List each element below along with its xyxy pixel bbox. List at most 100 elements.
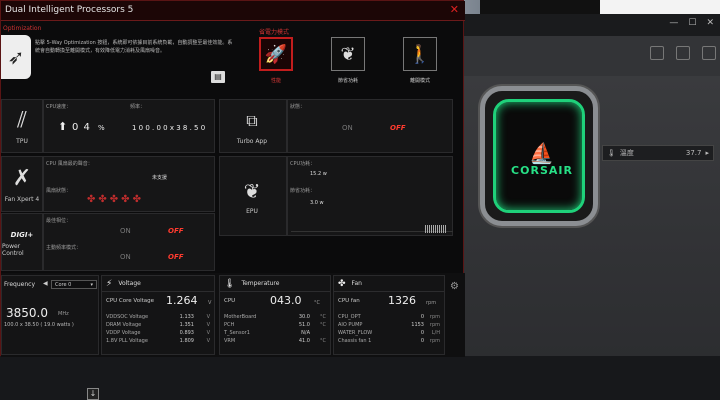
temperature-row: MotherBoard 30.0 °C (224, 314, 326, 320)
exit-person-icon: 🚶 (408, 43, 432, 65)
close-icon[interactable]: ✕ (450, 3, 459, 16)
corsair-logo: ⛵ CORSAIR (502, 142, 582, 177)
pump-led-ring: ⛵ CORSAIR (493, 99, 585, 213)
active-frequency-label: 主動頻率模式： (46, 245, 82, 251)
epu-name: EPU (246, 207, 258, 215)
fan-icon: ✤ (132, 194, 141, 205)
optimization-description: 點擊 5-Way Optimization 按鈕，系統即可依據目前系統負載，自動… (35, 40, 233, 54)
voltage-title: Voltage (118, 280, 141, 287)
turbo-on-option[interactable]: ON (342, 124, 353, 132)
epu-tile[interactable]: ❦ EPU (219, 156, 287, 236)
5-way-optimization-button[interactable]: ➶ (1, 35, 31, 79)
minimize-icon[interactable]: — (669, 18, 678, 28)
digi-panel: 最佳相位： ON OFF 主動頻率模式： ON OFF (43, 213, 215, 271)
tpu-panel: CPU速度： ⬆ 0 4 % 頻率： 1 0 0 . 0 0 x 3 8 . 5… (43, 99, 215, 153)
frequency-off-toggle[interactable]: OFF (168, 253, 184, 261)
dip5-title-bar[interactable]: Dual Intelligent Processors 5 ✕ (1, 1, 465, 21)
fan-xpert-name: Fan Xpert 4 (4, 195, 40, 203)
voltage-row: 1.8V PLL Voltage 1.809 V (106, 338, 210, 344)
temperature-row: T_Sensor1 N/A (224, 330, 310, 336)
saved-power-label: 節省功耗： (290, 188, 316, 194)
frequency-title: Frequency (4, 281, 35, 288)
leaf-icon: ❦ (243, 178, 261, 203)
phase-off-toggle[interactable]: OFF (168, 227, 184, 235)
previous-core-icon[interactable]: ◀ (43, 280, 48, 287)
dip5-window: Dual Intelligent Processors 5 ✕ Optimiza… (0, 0, 465, 357)
temperature-panel: 🌡 Temperature CPU 043.0 °C MotherBoard 30.… (219, 275, 331, 355)
power-modes-title: 省電力模式 (259, 29, 290, 36)
turbo-status-label: 狀態： (290, 104, 306, 110)
optimization-title: Optimization (3, 25, 42, 32)
cpu-speed-value: 0 4 (72, 122, 91, 133)
voltage-row: DRAM Voltage 1.351 V (106, 322, 210, 328)
frequency-value: 1 0 0 . 0 0 x 3 8 . 5 0 (132, 124, 206, 132)
fan-panel: ✤ Fan CPU fan 1326 rpm CPU_OPT 0 rpm AIO PU… (333, 275, 445, 355)
turbo-app-name: Turbo App (236, 137, 268, 145)
fan-icon: ✤ (121, 194, 130, 205)
toolbar-button[interactable] (650, 46, 664, 60)
corsair-toolbar (440, 36, 720, 76)
fan-icon: ✤ (87, 194, 96, 205)
cpu-core-voltage-value: 1.264 (166, 294, 198, 307)
tpu-tile[interactable]: ⫽ TPU (1, 99, 43, 153)
frequency-unit: MHz (58, 311, 69, 317)
turbo-app-icon: ⧉ (246, 110, 258, 130)
gear-icon[interactable]: ⚙ (450, 281, 459, 292)
fan-xpert-tile[interactable]: ✗ Fan Xpert 4 (1, 156, 43, 212)
core-select-value: Core 0 (55, 281, 72, 288)
frequency-on-option[interactable]: ON (120, 253, 131, 261)
window-title: Dual Intelligent Processors 5 (5, 5, 134, 15)
cpu-fan-label: CPU 風扇最的聲音： (46, 161, 93, 167)
saved-power-value: 3.0 w (310, 200, 324, 206)
maximize-icon[interactable]: ☐ (688, 18, 696, 28)
temperature-row: PCH 51.0 °C (224, 322, 326, 328)
fan-status-icons: ✤ ✤ ✤ ✤ ✤ (87, 194, 141, 205)
cpu-power-value: 15.2 w (310, 171, 327, 177)
cpu-fan-value: 未支援 (152, 175, 168, 181)
toolbar-button[interactable] (702, 46, 716, 60)
mode-away-label: 離開模式 (409, 78, 430, 84)
cpu-speed-unit: % (98, 124, 105, 132)
cpu-core-voltage-unit: V (208, 300, 212, 306)
digi-tile[interactable]: DIGI+ Power Control (1, 213, 43, 271)
download-icon[interactable]: ↓ (87, 388, 99, 400)
sensor-value: 37.7 (685, 149, 702, 157)
thermometer-icon: 🌡 (607, 149, 616, 157)
cpu-temperature-label: CPU (224, 298, 236, 304)
close-icon[interactable]: ✕ (706, 18, 714, 28)
phase-on-option[interactable]: ON (120, 227, 131, 235)
sensor-row-temperature[interactable]: 🌡 溫度 37.7 ▸ (602, 145, 714, 161)
cpu-speed-label: CPU速度： (46, 104, 72, 110)
up-arrow-icon: ⬆ (58, 120, 68, 133)
mode-performance-button[interactable]: 🚀 (259, 37, 293, 71)
mode-power-saving-button[interactable]: ❦ (331, 37, 365, 71)
cpu-core-voltage-label: CPU Core Voltage (106, 298, 155, 304)
mode-power-saving-label: 節省功耗 (337, 78, 358, 84)
temperature-title: Temperature (241, 280, 280, 287)
core-select[interactable]: Core 0 ▾ (51, 280, 97, 289)
fan-row: WATER_FLOW 0 L/H (338, 330, 440, 336)
corsair-brand-text: CORSAIR (511, 164, 573, 177)
leaf-icon: ❦ (340, 43, 356, 65)
fan-xpert-icon: ✗ (12, 165, 32, 191)
fan-icon: ✤ (109, 194, 119, 205)
turbo-app-tile[interactable]: ⧉ Turbo App (219, 99, 287, 153)
fan-icon: ✤ (98, 194, 107, 205)
cpu-temperature-unit: °C (314, 300, 320, 306)
turbo-off-toggle[interactable]: OFF (390, 124, 406, 132)
sails-icon: ⛵ (529, 141, 555, 165)
fan-icon: ✤ (338, 278, 346, 289)
aio-pump-image: ⛵ CORSAIR (480, 86, 598, 226)
digi-subname: Power Control (2, 243, 24, 257)
mode-away-button[interactable]: 🚶 (403, 37, 437, 71)
voltage-row: VDDSOC Voltage 1.133 V (106, 314, 210, 320)
tpu-name: TPU (16, 137, 28, 145)
phase-label: 最佳相位： (46, 218, 72, 224)
expand-icon[interactable]: ▸ (705, 149, 709, 157)
thermometer-icon: 🌡 (224, 278, 236, 289)
taskbar-area (0, 356, 720, 400)
document-icon[interactable]: ▤ (211, 71, 225, 83)
temperature-row: VRM 41.0 °C (224, 338, 326, 344)
frequency-detail: 100.0 x 38.50 ( 19.0 watts ) (4, 322, 74, 328)
toolbar-button[interactable] (676, 46, 690, 60)
